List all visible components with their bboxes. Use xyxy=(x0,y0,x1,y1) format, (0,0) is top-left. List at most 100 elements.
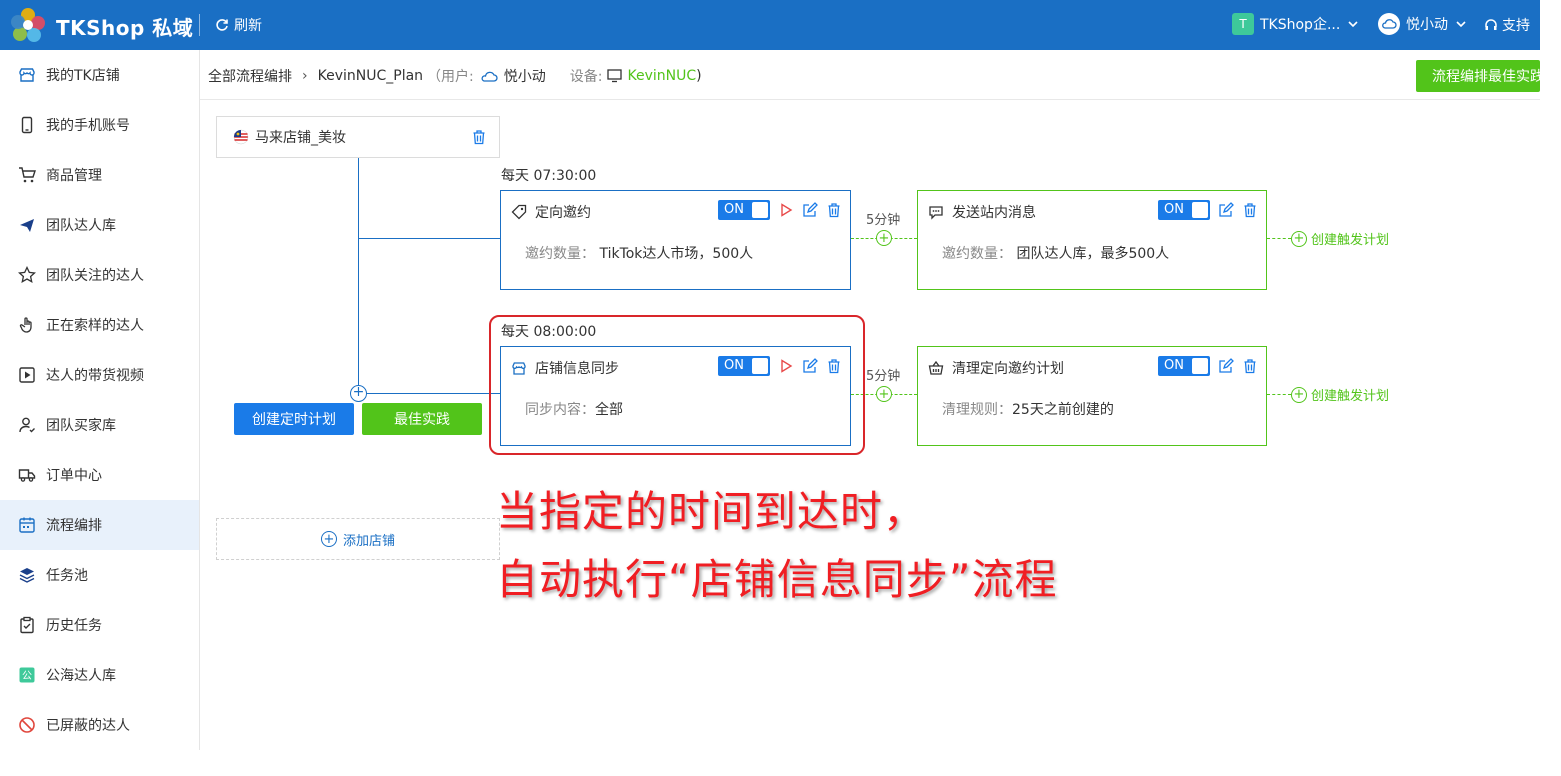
sidebar-item-team-creators[interactable]: 团队达人库 xyxy=(0,200,199,250)
sidebar-item-label: 公海达人库 xyxy=(46,668,116,684)
sidebar-item-history-tasks[interactable]: 历史任务 xyxy=(0,600,199,650)
sidebar-item-public-creators[interactable]: 公 公海达人库 xyxy=(0,650,199,700)
trash-icon[interactable] xyxy=(1242,358,1258,374)
connector-vertical xyxy=(358,158,359,394)
card-body-label: 邀约数量： xyxy=(525,246,595,262)
cloud-icon xyxy=(481,71,498,82)
clipboard-icon xyxy=(18,616,36,634)
card-body-value: TikTok达人市场，500人 xyxy=(599,246,754,262)
on-toggle[interactable]: ON xyxy=(1158,200,1210,220)
add-shop-button[interactable]: + 添加店铺 xyxy=(216,518,500,560)
trash-icon[interactable] xyxy=(1242,202,1258,218)
breadcrumb-plan: KevinNUC_Plan xyxy=(317,68,424,84)
card-body-value: 25天之前创建的 xyxy=(1012,402,1114,418)
sidebar-item-creator-videos[interactable]: 达人的带货视频 xyxy=(0,350,199,400)
top-bar: TKShop 私域 刷新 T TKShop企... 悦小动 支持 xyxy=(0,0,1540,50)
add-node-plus-icon[interactable]: + xyxy=(350,385,367,402)
logo-icon xyxy=(11,8,45,42)
flow-card-cleanup-invite-plan[interactable]: 清理定向邀约计划 ON 清理规则：25天之前创建的 xyxy=(917,346,1267,446)
breadcrumb-device-name: KevinNUC xyxy=(627,68,697,84)
ban-icon xyxy=(18,716,36,734)
video-icon xyxy=(18,366,36,384)
hand-icon xyxy=(18,316,36,334)
card-body-label: 清理规则： xyxy=(942,402,1012,418)
sidebar-item-label: 正在索样的达人 xyxy=(46,318,144,334)
plus-circle-icon: + xyxy=(1291,386,1307,403)
flow-card-directed-invite[interactable]: 定向邀约 ON 邀约数量： TikTok达人市场，500人 xyxy=(500,190,851,290)
breadcrumb-root[interactable]: 全部流程编排 xyxy=(208,66,292,86)
sidebar-item-label: 团队关注的达人 xyxy=(46,268,144,284)
toggle-knob xyxy=(752,202,768,218)
annotation-line-1: 当指定的时间到达时， xyxy=(496,487,927,536)
connector-dashed xyxy=(1267,394,1291,395)
toggle-knob xyxy=(1192,202,1208,218)
annotation-line-2: 自动执行“店铺信息同步”流程 xyxy=(496,555,1058,604)
connector-dashed xyxy=(1267,238,1291,239)
best-practice-button[interactable]: 最佳实践 xyxy=(362,403,482,435)
sidebar-item-products[interactable]: 商品管理 xyxy=(0,150,199,200)
on-toggle[interactable]: ON xyxy=(718,200,770,220)
sidebar-item-label: 我的手机账号 xyxy=(46,118,130,134)
add-step-plus-icon[interactable]: + xyxy=(876,386,892,402)
sidebar-item-label: 团队达人库 xyxy=(46,218,116,234)
connector-flow-2 xyxy=(358,393,500,394)
sidebar-item-label: 任务池 xyxy=(46,568,88,584)
trash-icon[interactable] xyxy=(826,202,842,218)
sidebar-item-my-tk-shop[interactable]: 我的TK店铺 xyxy=(0,50,199,100)
malaysia-flag-icon xyxy=(233,129,249,145)
team-name: TKShop企... xyxy=(1260,17,1341,33)
breadcrumb-bar: 全部流程编排 › KevinNUC_Plan （用户: 悦小动 设备: Kevi… xyxy=(200,50,1540,100)
calendar-icon xyxy=(18,516,36,534)
refresh-label: 刷新 xyxy=(234,18,262,34)
sidebar-item-sampling-creators[interactable]: 正在索样的达人 xyxy=(0,300,199,350)
create-schedule-button[interactable]: 创建定时计划 xyxy=(234,403,354,435)
truck-icon xyxy=(18,466,36,484)
main-content: 全部流程编排 › KevinNUC_Plan （用户: 悦小动 设备: Kevi… xyxy=(200,50,1540,750)
edit-icon[interactable] xyxy=(802,202,818,218)
breadcrumb: 全部流程编排 › KevinNUC_Plan （用户: 悦小动 设备: Kevi… xyxy=(208,66,702,86)
support-link[interactable]: 支持 xyxy=(1484,15,1530,35)
basket-icon xyxy=(928,360,944,375)
card-title: 定向邀约 xyxy=(535,205,591,221)
support-label: 支持 xyxy=(1502,18,1530,34)
on-toggle[interactable]: ON xyxy=(1158,356,1210,376)
refresh-icon xyxy=(216,19,228,31)
card-body-label: 邀约数量： xyxy=(942,246,1012,262)
sidebar-item-label: 达人的带货视频 xyxy=(46,368,144,384)
headset-icon xyxy=(1485,19,1497,30)
user-name: 悦小动 xyxy=(1406,17,1448,33)
edit-icon[interactable] xyxy=(1218,358,1234,374)
card-title: 清理定向邀约计划 xyxy=(952,361,1064,377)
phone-icon xyxy=(18,116,36,134)
toggle-label: ON xyxy=(1164,202,1184,217)
flow-card-send-message[interactable]: 发送站内消息 ON 邀约数量： 团队达人库，最多500人 xyxy=(917,190,1267,290)
create-trigger-link[interactable]: + 创建触发计划 xyxy=(1291,385,1389,404)
sidebar-item-label: 历史任务 xyxy=(46,618,102,634)
create-trigger-link[interactable]: + 创建触发计划 xyxy=(1291,229,1389,248)
refresh-button[interactable]: 刷新 xyxy=(215,15,262,35)
create-trigger-label: 创建触发计划 xyxy=(1311,389,1390,404)
sidebar-item-blocked-creators[interactable]: 已屏蔽的达人 xyxy=(0,700,199,750)
sidebar-item-phone-accounts[interactable]: 我的手机账号 xyxy=(0,100,199,150)
play-icon[interactable] xyxy=(778,202,794,218)
add-step-plus-icon[interactable]: + xyxy=(876,230,892,246)
create-trigger-label: 创建触发计划 xyxy=(1311,233,1390,248)
cart-icon xyxy=(18,166,36,184)
sidebar-item-followed-creators[interactable]: 团队关注的达人 xyxy=(0,250,199,300)
card-title: 发送站内消息 xyxy=(952,205,1036,221)
delay-label: 5分钟 xyxy=(866,213,901,228)
trash-icon[interactable] xyxy=(471,129,487,145)
sidebar-item-team-buyers[interactable]: 团队买家库 xyxy=(0,400,199,450)
sidebar-item-orders[interactable]: 订单中心 xyxy=(0,450,199,500)
edit-icon[interactable] xyxy=(1218,202,1234,218)
card-body-value: 团队达人库，最多500人 xyxy=(1016,246,1170,262)
user-menu[interactable]: 悦小动 xyxy=(1378,13,1468,35)
sidebar-item-task-pool[interactable]: 任务池 xyxy=(0,550,199,600)
best-practice-top-button[interactable]: 流程编排最佳实践 xyxy=(1416,60,1540,92)
chevron-down-icon xyxy=(1348,21,1358,28)
team-switcher[interactable]: T TKShop企... xyxy=(1232,13,1360,35)
connector-flow-1 xyxy=(358,238,500,239)
sidebar-item-flow-orchestration[interactable]: 流程编排 xyxy=(0,500,199,550)
sidebar-item-label: 流程编排 xyxy=(46,518,102,534)
sidebar-item-label: 我的TK店铺 xyxy=(46,68,120,84)
